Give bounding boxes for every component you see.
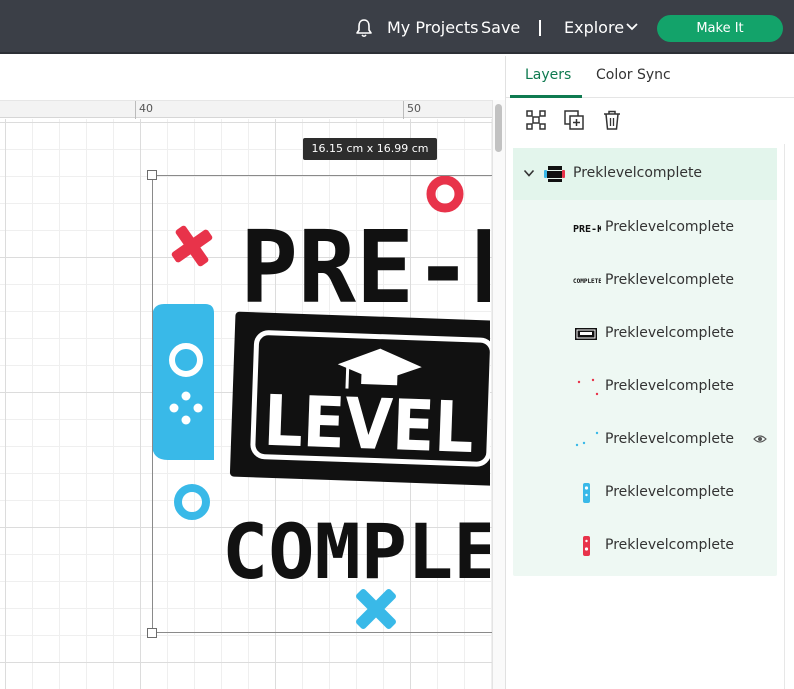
layer-name: Preklevelcomplete xyxy=(605,325,735,341)
my-projects-link[interactable]: My Projects xyxy=(387,18,478,38)
size-badge: 16.15 cm x 16.99 cm xyxy=(303,138,437,160)
top-bar: My Projects Save Explore Make It xyxy=(0,0,794,54)
group-name: Preklevelcomplete xyxy=(573,165,703,181)
layer-group-row[interactable]: Preklevelcomplete xyxy=(513,148,777,200)
panel-tabs: Layers Color Sync xyxy=(506,56,794,98)
layer-thumbnail xyxy=(577,378,599,396)
layer-row[interactable]: Preklevelcomplete xyxy=(513,307,777,360)
layer-name: Preklevelcomplete xyxy=(605,272,735,288)
layer-row[interactable]: PRE-K Preklevelcomplete xyxy=(513,201,777,254)
layer-row[interactable]: COMPLETE Preklevelcomplete xyxy=(513,254,777,307)
layer-thumbnail: COMPLETE xyxy=(573,278,601,285)
chevron-down-icon[interactable] xyxy=(523,169,535,178)
layer-row[interactable]: Preklevelcomplete xyxy=(513,413,777,466)
layer-list: Preklevelcomplete PRE-K Preklevelcomplet… xyxy=(513,148,777,576)
make-it-button[interactable]: Make It xyxy=(657,15,783,42)
layer-name: Preklevelcomplete xyxy=(605,484,735,500)
design-canvas[interactable]: 40 50 PRE-K LEVEL COMPLE 16.15 cm x 16.9… xyxy=(0,56,505,689)
layer-name: Preklevelcomplete xyxy=(605,219,735,235)
layer-name: Preklevelcomplete xyxy=(605,431,735,447)
duplicate-icon[interactable] xyxy=(563,109,585,131)
layer-name: Preklevelcomplete xyxy=(605,537,735,553)
tab-color-sync[interactable]: Color Sync xyxy=(596,67,671,83)
layer-thumbnail xyxy=(575,328,597,340)
layer-name: Preklevelcomplete xyxy=(605,378,735,394)
layer-row[interactable]: Preklevelcomplete xyxy=(513,360,777,413)
canvas-scroll-thumb[interactable] xyxy=(495,104,502,152)
resize-handle-top-left[interactable] xyxy=(147,170,157,180)
layer-toolbar xyxy=(506,98,794,144)
save-button[interactable]: Save xyxy=(481,18,520,38)
svg-text:PRE-K: PRE-K xyxy=(573,224,601,235)
panel-scrollbar[interactable] xyxy=(784,144,792,689)
layer-row[interactable]: Preklevelcomplete xyxy=(513,519,777,572)
layers-panel: Layers Color Sync Preklevelcomplete PRE-… xyxy=(505,56,794,689)
layer-thumbnail xyxy=(583,536,590,556)
resize-handle-bottom-left[interactable] xyxy=(147,628,157,638)
delete-icon[interactable] xyxy=(601,109,623,131)
layer-thumbnail xyxy=(575,431,599,447)
layer-thumbnail: PRE-K xyxy=(573,224,601,235)
explore-menu[interactable]: Explore xyxy=(564,18,624,38)
layer-row[interactable]: Preklevelcomplete xyxy=(513,466,777,519)
svg-text:COMPLETE: COMPLETE xyxy=(573,278,601,285)
ungroup-icon[interactable] xyxy=(525,109,547,131)
tab-layers[interactable]: Layers xyxy=(525,67,571,83)
selection-box[interactable] xyxy=(152,175,492,633)
bell-icon[interactable] xyxy=(354,18,374,38)
layer-thumbnail xyxy=(583,483,590,503)
chevron-down-icon[interactable] xyxy=(625,22,639,32)
canvas-scrollbar[interactable] xyxy=(492,100,505,689)
separator xyxy=(539,20,541,36)
eye-icon[interactable] xyxy=(753,434,767,444)
group-thumbnail xyxy=(544,166,565,182)
